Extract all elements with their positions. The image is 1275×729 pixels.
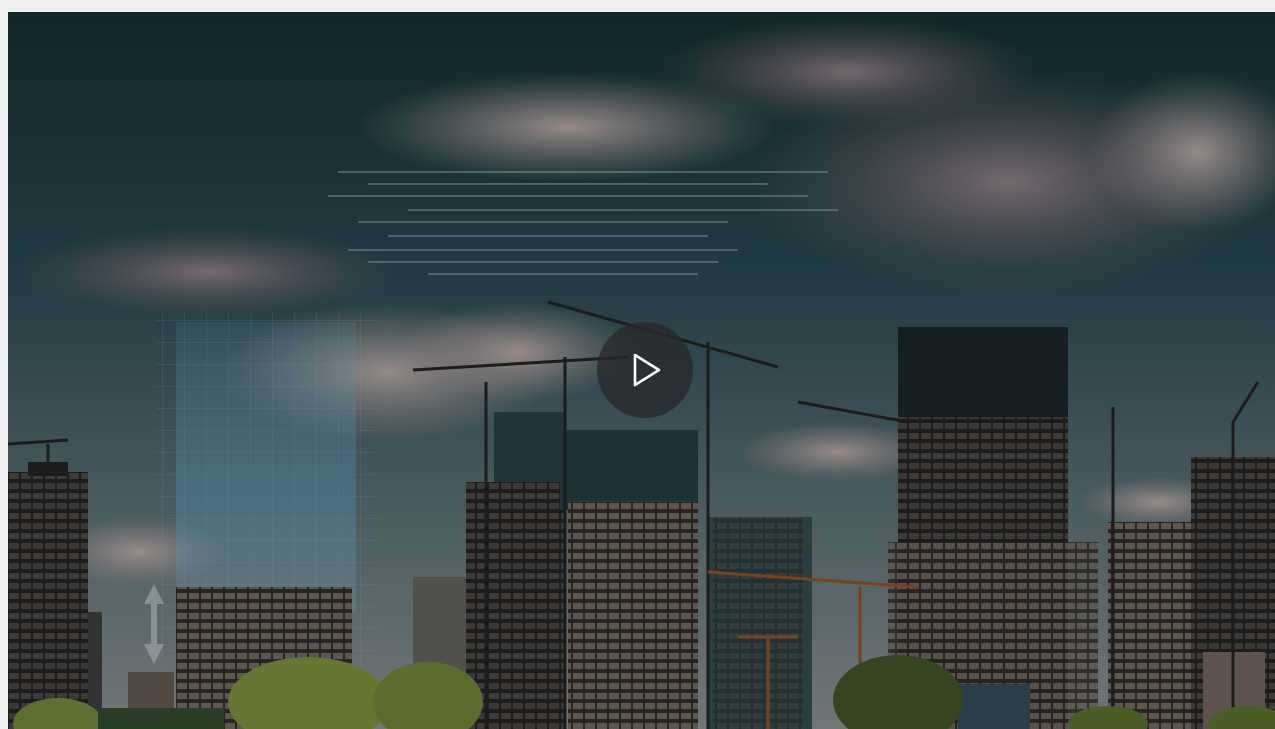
play-button[interactable] [597,322,693,418]
video-player[interactable] [8,12,1275,729]
page [0,0,1275,729]
play-icon [633,353,661,387]
